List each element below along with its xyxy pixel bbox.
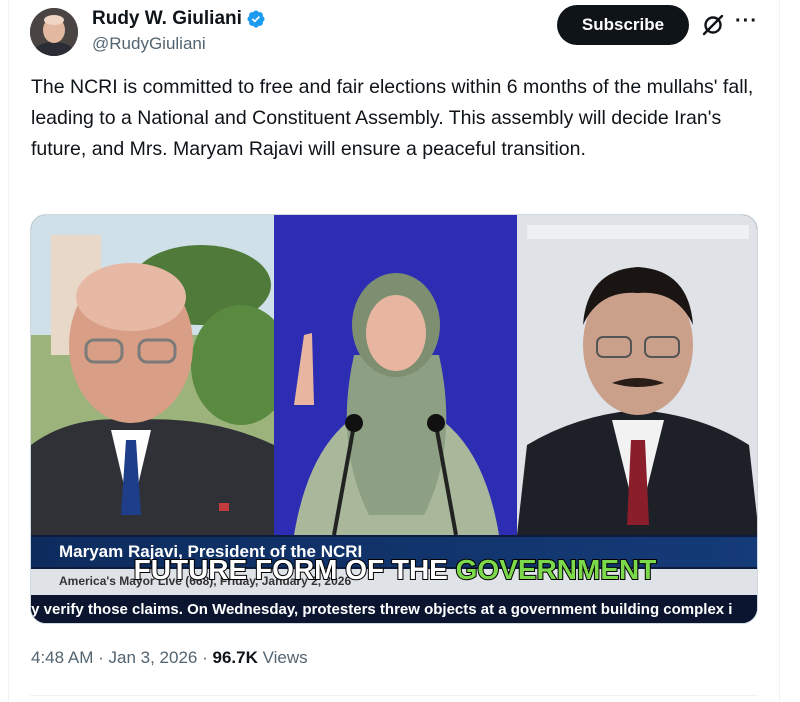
verified-badge-icon[interactable] bbox=[246, 9, 266, 29]
avatar[interactable] bbox=[30, 8, 78, 56]
tweet-time[interactable]: 4:48 AM bbox=[31, 648, 93, 667]
meta-separator: · bbox=[98, 648, 104, 667]
video-subtitle: FUTURE FORM OF THE GOVERNMENT bbox=[31, 553, 757, 586]
video-panel-right bbox=[517, 215, 757, 535]
more-icon[interactable]: ··· bbox=[735, 10, 758, 33]
video-ticker: ly verify those claims. On Wednesday, pr… bbox=[30, 601, 733, 618]
tweet-date[interactable]: Jan 3, 2026 bbox=[109, 648, 198, 667]
divider bbox=[30, 695, 758, 696]
video-subtitle-green: GOVERNMENT bbox=[455, 553, 658, 586]
meta-separator: · bbox=[202, 648, 208, 667]
author-name[interactable]: Rudy W. Giuliani bbox=[92, 8, 242, 30]
video-panel-middle bbox=[274, 215, 517, 535]
views-count[interactable]: 96.7K bbox=[213, 648, 258, 667]
subscribe-button[interactable]: Subscribe bbox=[557, 5, 689, 45]
video-subtitle-white: FUTURE FORM OF THE bbox=[133, 553, 449, 586]
author-handle[interactable]: @RudyGiuliani bbox=[92, 34, 206, 54]
avatar-image bbox=[30, 8, 78, 56]
video-media[interactable]: Maryam Rajavi, President of the NCRI Ame… bbox=[30, 214, 758, 624]
tweet-text: The NCRI is committed to free and fair e… bbox=[31, 76, 754, 160]
author-name-row[interactable]: Rudy W. Giuliani bbox=[92, 8, 266, 30]
tweet-meta: 4:48 AM · Jan 3, 2026 · 96.7K Views bbox=[31, 648, 308, 668]
video-panel-left bbox=[31, 215, 274, 535]
views-label: Views bbox=[262, 648, 308, 667]
grok-icon[interactable] bbox=[700, 12, 726, 38]
